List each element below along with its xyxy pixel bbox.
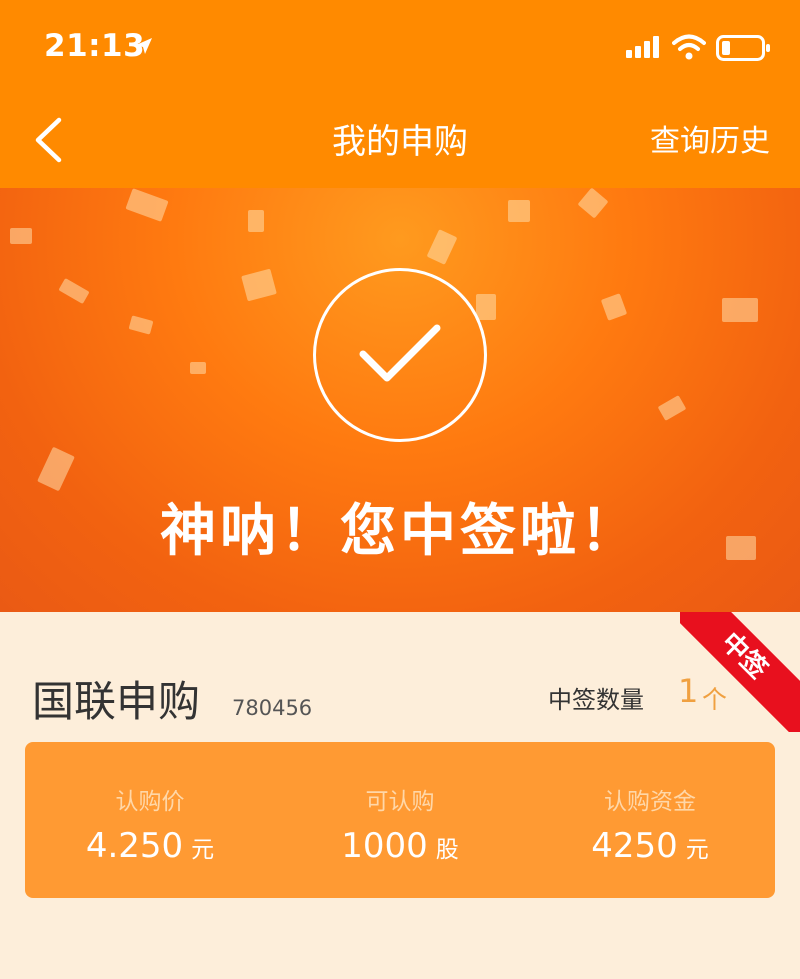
summary-value: 4250 [591, 826, 678, 866]
confetti [508, 200, 530, 222]
stock-code: 780456 [232, 696, 313, 720]
location-arrow-icon [134, 36, 154, 60]
winning-lots-label: 中签数量 [548, 686, 644, 714]
confetti [426, 229, 458, 265]
battery-icon [716, 34, 772, 66]
confetti [37, 446, 75, 492]
summary-unit: 元 [191, 837, 215, 863]
confetti [248, 210, 264, 232]
status-time: 21:13 [44, 28, 146, 64]
summary-quantity: 可认购 1000 股 [275, 742, 525, 898]
success-check-circle [313, 268, 487, 442]
query-history-button[interactable]: 查询历史 [650, 96, 770, 188]
status-bar: 21:13 [0, 0, 800, 96]
confetti [241, 268, 277, 302]
summary-value: 4.250 [85, 826, 184, 866]
confetti [58, 277, 90, 305]
winning-lots-unit: 个 [702, 685, 728, 714]
confetti [190, 362, 206, 374]
summary-amount: 认购资金 4250 元 [525, 742, 775, 898]
summary-unit: 元 [685, 837, 709, 863]
confetti [600, 293, 628, 321]
wifi-icon [672, 34, 706, 64]
confetti [10, 228, 32, 244]
summary-value: 1000 [341, 826, 428, 866]
summary-label: 可认购 [365, 789, 435, 815]
subscription-summary-card: 认购价 4.250 元 可认购 1000 股 认购资金 4250 元 [25, 742, 775, 898]
success-headline: 神呐！您中签啦！ [160, 499, 640, 564]
confetti [657, 395, 687, 421]
summary-label: 认购价 [115, 789, 185, 815]
checkmark-icon [355, 318, 445, 392]
stock-name: 国联申购 [32, 677, 201, 726]
confetti [476, 294, 496, 320]
confetti [722, 298, 758, 322]
signal-icon [626, 36, 662, 62]
confetti [125, 188, 169, 222]
back-chevron-icon [33, 117, 63, 167]
success-banner: 神呐！您中签啦！ [0, 188, 800, 612]
confetti [577, 188, 609, 219]
summary-label: 认购资金 [604, 789, 696, 815]
summary-price: 认购价 4.250 元 [25, 742, 275, 898]
nav-bar: 我的申购 查询历史 [0, 96, 800, 188]
summary-unit: 股 [435, 837, 459, 863]
winning-lots-value: 1 [678, 672, 699, 710]
confetti [128, 315, 154, 335]
back-button[interactable] [22, 114, 74, 170]
